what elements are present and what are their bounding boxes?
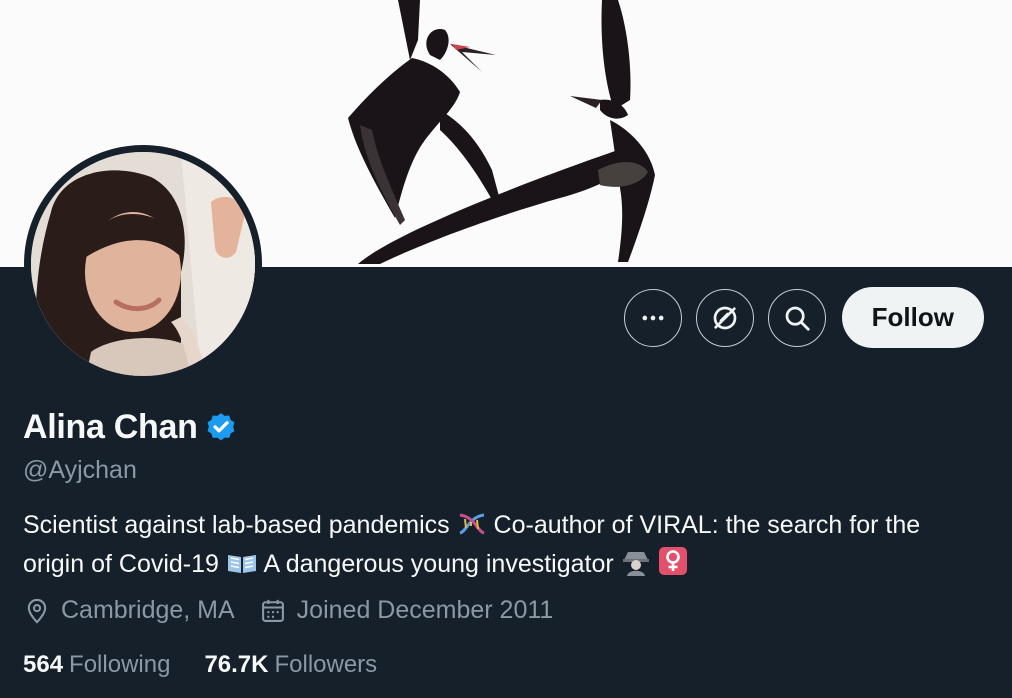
profile-bio: Scientist against lab-based pandemics Co… xyxy=(23,508,993,585)
location-item: Cambridge, MA xyxy=(23,596,235,625)
search-button[interactable] xyxy=(767,288,826,347)
subscribe-icon xyxy=(713,306,737,329)
profile-meta: Cambridge, MA Joined December 2011 xyxy=(23,596,577,625)
bio-text: Co-author of VIRAL: the search for the xyxy=(493,511,921,539)
follow-button[interactable]: Follow xyxy=(841,287,984,348)
followers-link[interactable]: 76.7K Followers xyxy=(204,651,377,679)
detective-emoji xyxy=(621,548,651,585)
joined-text: Joined December 2011 xyxy=(296,596,554,624)
verified-badge-icon[interactable] xyxy=(204,411,238,445)
display-name: Alina Chan xyxy=(23,408,198,446)
followers-label: Followers xyxy=(274,651,378,678)
subscribe-button[interactable] xyxy=(695,288,754,347)
bio-text: Scientist against lab-based pandemics xyxy=(23,511,450,539)
profile-actions: Follow xyxy=(623,287,984,348)
search-icon xyxy=(785,306,810,331)
following-link[interactable]: 564 Following xyxy=(23,651,170,679)
location-text: Cambridge, MA xyxy=(61,596,235,624)
more-icon xyxy=(642,315,664,320)
following-label: Following xyxy=(69,651,171,678)
dna-emoji xyxy=(457,511,487,546)
avatar[interactable] xyxy=(31,152,255,376)
avatar-border xyxy=(24,145,262,383)
following-count: 564 xyxy=(23,651,64,678)
name-row: Alina Chan xyxy=(23,408,238,447)
calendar-icon xyxy=(261,599,284,622)
bio-text: A dangerous young investigator xyxy=(263,550,614,578)
location-pin-icon xyxy=(27,598,47,624)
avatar-photo xyxy=(31,152,255,376)
follow-stats: 564 Following 76.7K Followers xyxy=(23,651,411,679)
more-button[interactable] xyxy=(623,288,682,347)
user-handle: @Ayjchan xyxy=(23,456,137,484)
female-sign-emoji xyxy=(658,546,688,585)
open-book-emoji xyxy=(226,550,258,585)
followers-count: 76.7K xyxy=(204,651,269,678)
bio-text: origin of Covid-19 xyxy=(23,550,219,578)
joined-item: Joined December 2011 xyxy=(259,596,554,625)
